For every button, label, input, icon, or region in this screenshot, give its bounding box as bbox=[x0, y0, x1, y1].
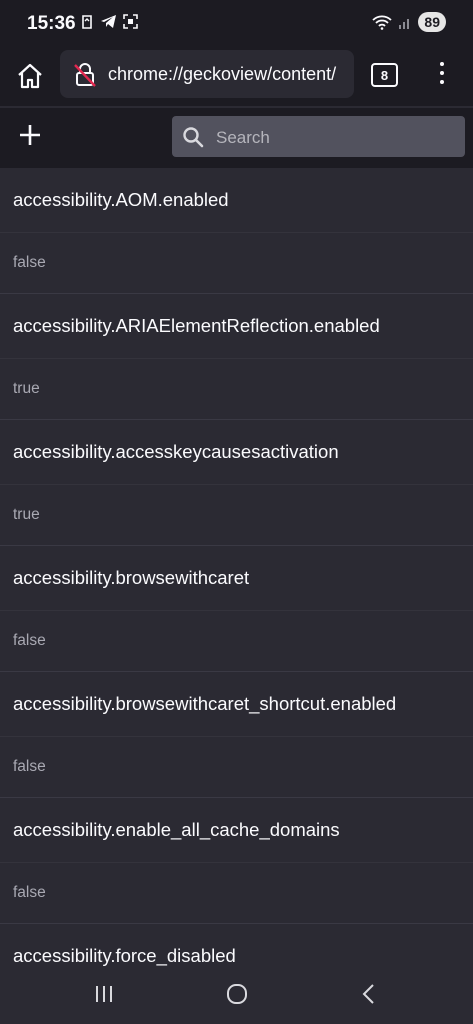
insecure-lock-icon[interactable] bbox=[72, 62, 98, 93]
more-menu-button[interactable] bbox=[436, 62, 448, 88]
pref-value[interactable]: true bbox=[0, 484, 473, 545]
status-system-icons: 89 bbox=[372, 12, 446, 32]
add-pref-button[interactable] bbox=[14, 122, 46, 154]
browser-toolbar: chrome://geckoview/content/ 8 bbox=[0, 48, 473, 106]
status-notification-icons bbox=[80, 14, 138, 29]
back-chevron-icon bbox=[362, 984, 374, 1004]
pref-value[interactable]: false bbox=[0, 610, 473, 671]
screen-share-icon bbox=[82, 14, 92, 29]
recents-icon bbox=[96, 986, 112, 1002]
pref-name[interactable]: accessibility.browsewithcaret_shortcut.e… bbox=[0, 671, 473, 736]
home-button[interactable] bbox=[14, 60, 46, 92]
menu-dot-icon bbox=[440, 71, 444, 75]
back-button[interactable] bbox=[361, 983, 377, 1010]
search-box[interactable] bbox=[172, 116, 465, 159]
pref-name[interactable]: accessibility.enable_all_cache_domains bbox=[0, 797, 473, 862]
pref-name[interactable]: accessibility.ARIAElementReflection.enab… bbox=[0, 293, 473, 358]
pref-value[interactable]: false bbox=[0, 736, 473, 797]
pref-value[interactable]: false bbox=[0, 862, 473, 923]
system-nav-bar bbox=[0, 966, 473, 1024]
menu-dot-icon bbox=[440, 62, 444, 66]
pref-name[interactable]: accessibility.accesskeycausesactivation bbox=[0, 419, 473, 484]
home-icon bbox=[18, 63, 42, 89]
url-text[interactable]: chrome://geckoview/content/ bbox=[108, 64, 336, 85]
telegram-icon bbox=[101, 15, 116, 28]
pref-value[interactable]: true bbox=[0, 358, 473, 419]
recents-button[interactable] bbox=[94, 984, 114, 1009]
prefs-list: accessibility.AOM.enabled false accessib… bbox=[0, 168, 473, 988]
status-bar: 15:36 89 bbox=[0, 0, 473, 48]
config-header bbox=[0, 108, 473, 168]
pref-name[interactable]: accessibility.AOM.enabled bbox=[0, 168, 473, 232]
pref-name[interactable]: accessibility.browsewithcaret bbox=[0, 545, 473, 610]
url-bar[interactable]: chrome://geckoview/content/ bbox=[60, 50, 354, 98]
pref-value[interactable]: false bbox=[0, 232, 473, 293]
plus-icon bbox=[20, 125, 40, 145]
search-icon bbox=[182, 126, 204, 153]
signal-icon bbox=[399, 19, 410, 29]
tab-counter-button[interactable]: 8 bbox=[371, 63, 398, 87]
search-input[interactable] bbox=[214, 116, 458, 159]
menu-dot-icon bbox=[440, 80, 444, 84]
screenshot-icon bbox=[123, 14, 138, 29]
wifi-icon bbox=[372, 15, 393, 30]
system-home-button[interactable] bbox=[225, 982, 249, 1011]
battery-indicator: 89 bbox=[418, 12, 446, 32]
status-time: 15:36 bbox=[27, 13, 76, 34]
circle-home-icon bbox=[227, 984, 247, 1004]
